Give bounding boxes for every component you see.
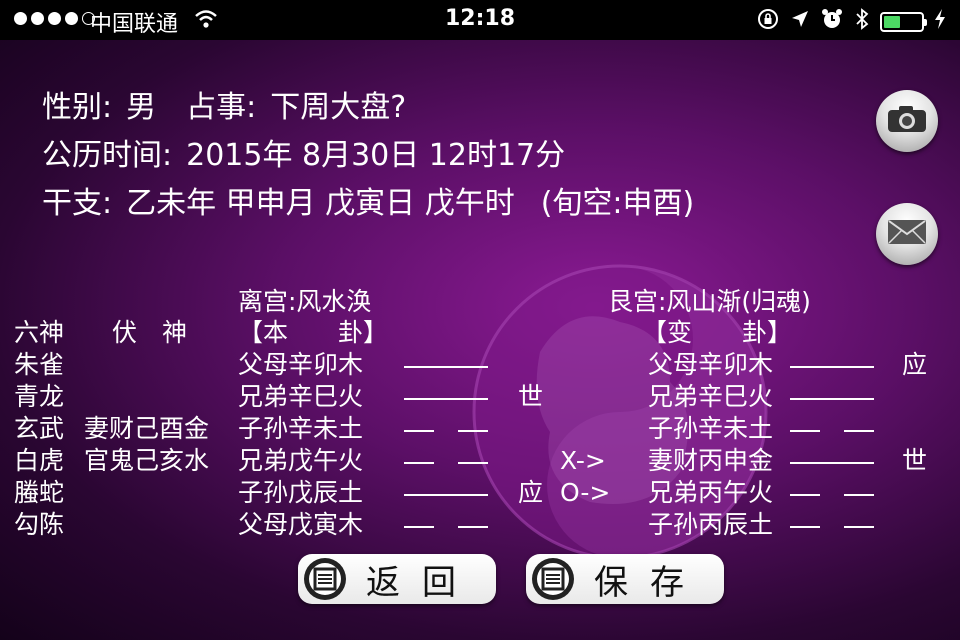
six-god: 玄武 bbox=[14, 414, 65, 443]
location-icon bbox=[790, 9, 810, 35]
changed-shi-ying-mark: 应 bbox=[902, 350, 928, 379]
column-original-hexagram: 【本 卦】 bbox=[238, 318, 389, 347]
hidden-spirit: 官鬼己亥水 bbox=[84, 446, 210, 475]
xunkong-value: (旬空:申酉) bbox=[540, 186, 695, 221]
solar-time-line: 公历时间: 2015年 8月30日 12时17分 bbox=[42, 130, 579, 174]
six-god: 朱雀 bbox=[14, 350, 65, 379]
shi-ying-mark: 世 bbox=[518, 382, 544, 411]
rotation-lock-icon bbox=[756, 7, 780, 37]
gender-value: 男 bbox=[126, 90, 157, 125]
charging-icon bbox=[934, 8, 946, 36]
bluetooth-icon bbox=[854, 7, 870, 37]
changed-line-text: 兄弟丙午火 bbox=[648, 478, 774, 507]
mail-icon bbox=[887, 218, 927, 250]
ganzhi-line: 干支: 乙未年 甲申月 戊寅日 戊午时 (旬空:申酉) bbox=[42, 178, 708, 222]
seal-icon bbox=[532, 558, 574, 600]
changed-line-text: 子孙丙辰土 bbox=[648, 510, 774, 539]
shi-ying-mark: 应 bbox=[518, 478, 544, 507]
alarm-icon bbox=[820, 7, 844, 37]
topic-value: 下周大盘? bbox=[270, 90, 407, 125]
moving-mark: O-> bbox=[560, 478, 611, 507]
status-bar: 中国联通 12:18 bbox=[0, 0, 960, 40]
solar-time-label: 公历时间: bbox=[42, 138, 173, 173]
camera-icon bbox=[887, 105, 927, 137]
camera-button[interactable] bbox=[876, 90, 938, 152]
topic-label: 占事: bbox=[186, 90, 257, 125]
original-line-text: 父母戊寅木 bbox=[238, 510, 364, 539]
seal-icon bbox=[304, 558, 346, 600]
save-label: 保存 bbox=[594, 562, 706, 603]
six-god: 螣蛇 bbox=[14, 478, 65, 507]
original-line-text: 兄弟戊午火 bbox=[238, 446, 364, 475]
column-hidden-spirit: 伏 神 bbox=[112, 318, 188, 347]
gender-label: 性别: bbox=[42, 90, 113, 125]
six-god: 青龙 bbox=[14, 382, 65, 411]
battery-icon bbox=[880, 12, 927, 32]
changed-line-text: 子孙辛未土 bbox=[648, 414, 774, 443]
original-line-text: 子孙辛未土 bbox=[238, 414, 364, 443]
save-button[interactable]: 保存 bbox=[526, 554, 724, 604]
changed-shi-ying-mark: 世 bbox=[902, 446, 928, 475]
original-line-text: 子孙戊辰土 bbox=[238, 478, 364, 507]
changed-line-text: 妻财丙申金 bbox=[648, 446, 774, 475]
gender-topic-line: 性别: 男占事: 下周大盘? bbox=[42, 82, 420, 126]
changed-line-text: 父母辛卯木 bbox=[648, 350, 774, 379]
back-button[interactable]: 返回 bbox=[298, 554, 496, 604]
changed-palace: 艮宫:风山渐(归魂) bbox=[608, 287, 811, 316]
column-changed-hexagram: 【变 卦】 bbox=[642, 318, 793, 347]
original-line-text: 父母辛卯木 bbox=[238, 350, 364, 379]
original-palace: 离宫:风水涣 bbox=[238, 287, 372, 316]
hidden-spirit: 妻财己酉金 bbox=[84, 414, 210, 443]
back-label: 返回 bbox=[366, 562, 478, 603]
column-six-gods: 六神 bbox=[14, 318, 65, 347]
original-line-text: 兄弟辛巳火 bbox=[238, 382, 364, 411]
ganzhi-value: 乙未年 甲申月 戊寅日 戊午时 bbox=[126, 186, 515, 221]
moving-mark: X-> bbox=[560, 446, 606, 475]
mail-button[interactable] bbox=[876, 203, 938, 265]
ganzhi-label: 干支: bbox=[42, 186, 113, 221]
changed-line-text: 兄弟辛巳火 bbox=[648, 382, 774, 411]
six-god: 白虎 bbox=[14, 446, 65, 475]
solar-time-value: 2015年 8月30日 12时17分 bbox=[186, 138, 566, 173]
six-god: 勾陈 bbox=[14, 510, 65, 539]
